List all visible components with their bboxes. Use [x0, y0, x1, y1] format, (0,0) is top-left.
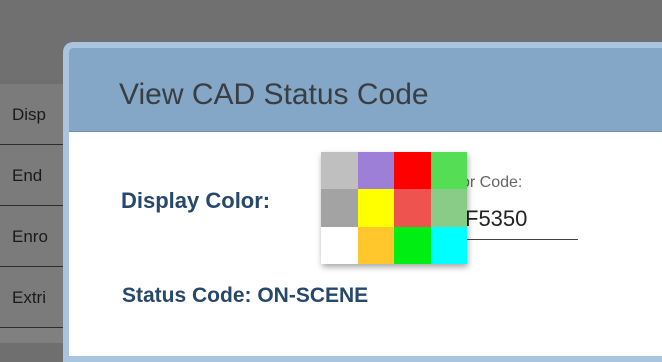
color-code-input[interactable] — [465, 199, 578, 240]
color-swatch[interactable] — [394, 152, 431, 190]
color-swatch[interactable] — [321, 189, 358, 227]
background-list-item[interactable]: Extri — [0, 267, 70, 328]
background-list-item[interactable]: Disp — [0, 84, 70, 145]
color-swatch[interactable] — [430, 152, 467, 190]
color-swatch[interactable] — [321, 226, 358, 264]
background-list-item[interactable]: Enro — [0, 206, 70, 267]
display-color-label: Display Color: — [121, 188, 271, 213]
background-list: Disp End Enro Extri — [0, 84, 70, 343]
color-picker — [321, 152, 467, 264]
background-list-item-label: Extri — [12, 288, 46, 307]
status-code-modal: View CAD Status Code Display Color: or C… — [63, 42, 662, 362]
modal-title: View CAD Status Code — [119, 78, 429, 111]
color-swatch[interactable] — [357, 152, 394, 190]
color-swatch[interactable] — [394, 226, 431, 264]
color-swatch[interactable] — [394, 189, 431, 227]
background-list-item[interactable]: End — [0, 145, 70, 206]
color-swatch[interactable] — [321, 152, 358, 190]
color-code-label: or Code: — [461, 174, 523, 191]
color-swatch[interactable] — [430, 226, 467, 264]
background-list-item-label: Disp — [12, 105, 47, 124]
color-swatch[interactable] — [430, 189, 467, 227]
color-swatch[interactable] — [357, 226, 394, 264]
background-list-item-label: Enro — [12, 227, 48, 246]
color-swatch[interactable] — [357, 189, 394, 227]
background-list-item-label: End — [12, 166, 43, 185]
status-code-label: Status Code: ON-SCENE — [122, 284, 369, 307]
modal-header: View CAD Status Code — [69, 48, 662, 132]
